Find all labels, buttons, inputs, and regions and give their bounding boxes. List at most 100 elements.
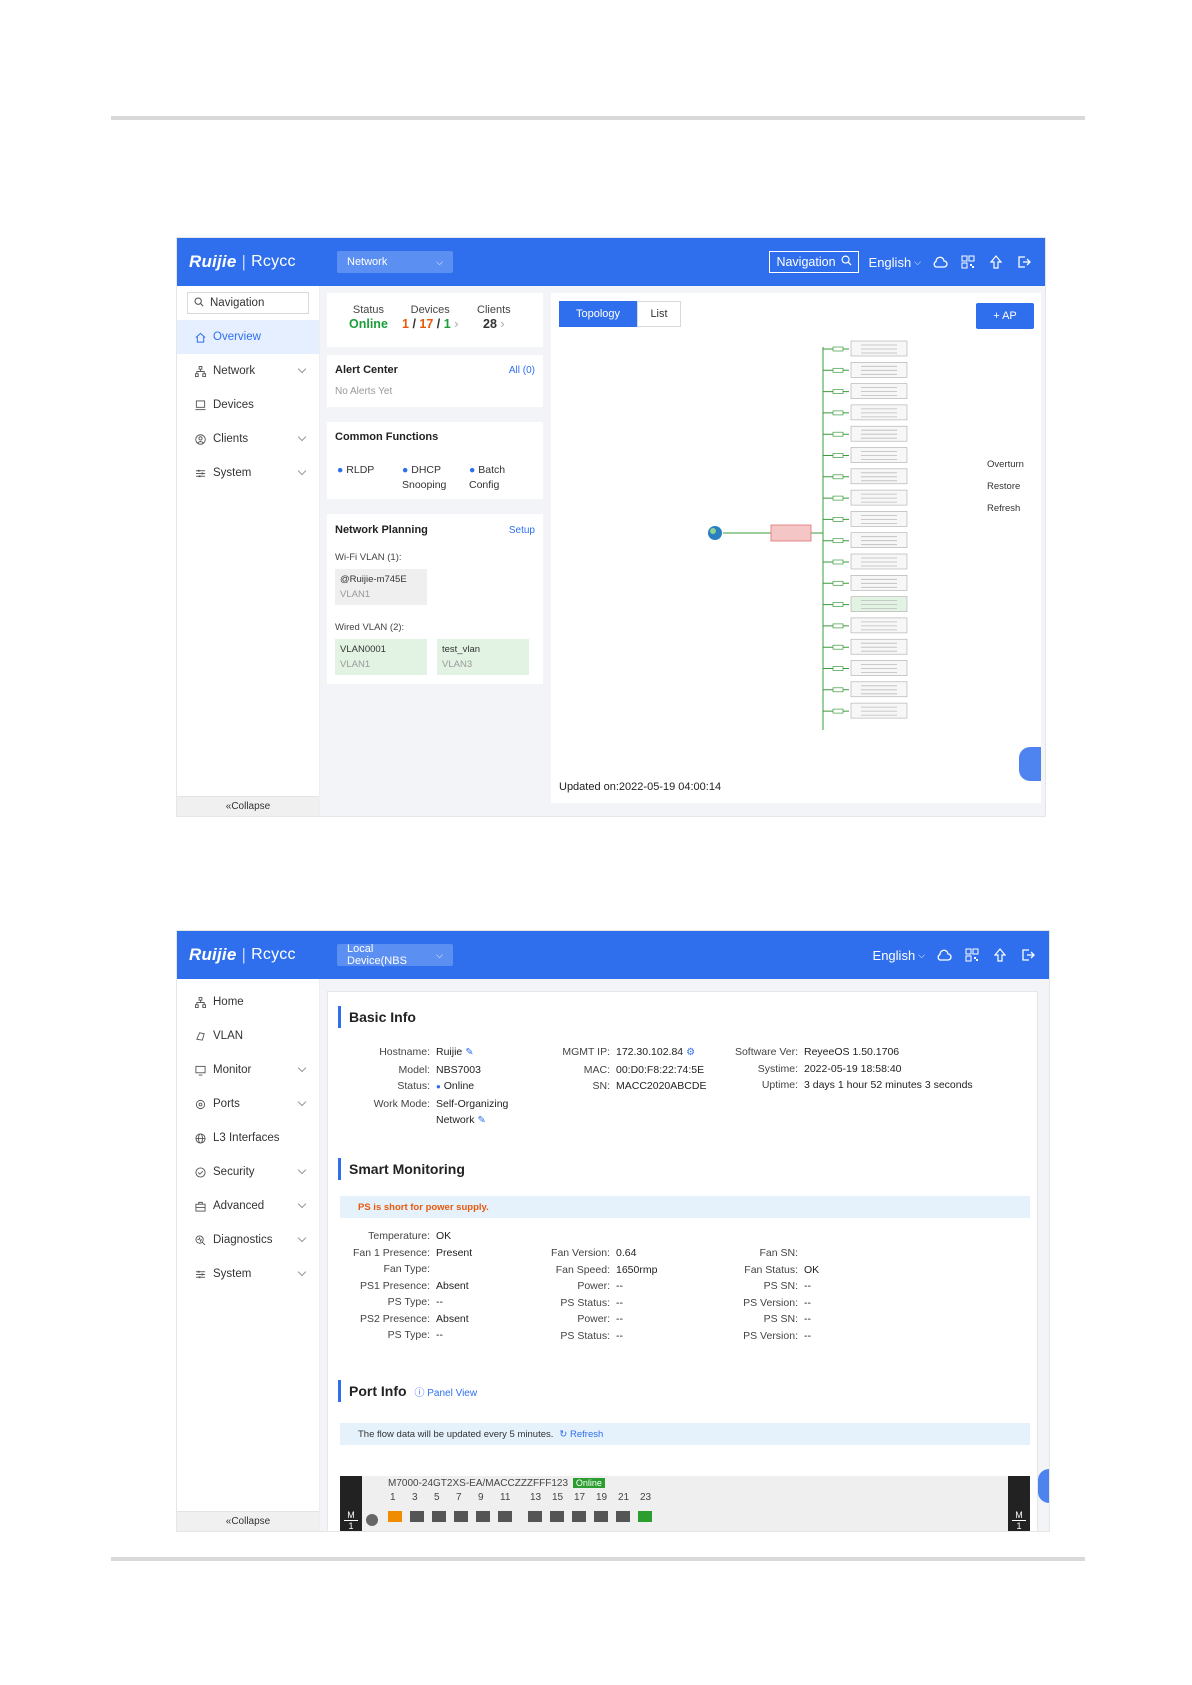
function-batch-config[interactable]: ● Batch Config xyxy=(469,463,505,493)
port-icon[interactable] xyxy=(594,1531,608,1532)
port-icon[interactable] xyxy=(498,1531,512,1532)
port-icon[interactable] xyxy=(594,1511,608,1522)
port-icon[interactable] xyxy=(498,1511,512,1522)
sidebar-navigation-search[interactable]: Navigation xyxy=(187,292,309,314)
tab-list[interactable]: List xyxy=(637,301,681,327)
topology-ap-node[interactable] xyxy=(850,617,908,634)
add-ap-button[interactable]: + AP xyxy=(976,303,1034,329)
port-icon[interactable] xyxy=(550,1531,564,1532)
cloud-icon[interactable] xyxy=(935,946,953,964)
topology-ap-node[interactable] xyxy=(850,638,908,655)
network-select[interactable]: Network ⌵ xyxy=(337,251,453,273)
topology-ap-node[interactable] xyxy=(850,425,908,442)
gateway-node[interactable] xyxy=(771,525,811,541)
work-mode-value-line2[interactable]: Network xyxy=(436,1114,475,1126)
port-icon[interactable] xyxy=(454,1531,468,1532)
sfp-port-icon[interactable] xyxy=(670,1531,684,1532)
port-icon[interactable] xyxy=(528,1531,542,1532)
sidebar-item-vlan[interactable]: VLAN xyxy=(177,1019,319,1053)
topology-ap-node[interactable] xyxy=(850,447,908,463)
alert-all-link[interactable]: All (0) xyxy=(509,365,535,376)
sidebar-item-system[interactable]: System xyxy=(177,1257,319,1291)
wired-vlan-chip[interactable]: VLAN0001 VLAN1 xyxy=(335,639,427,675)
port-icon[interactable] xyxy=(432,1511,446,1522)
work-mode-value[interactable]: Self-Organizing xyxy=(436,1098,508,1110)
edit-icon[interactable]: ✎ xyxy=(477,1115,485,1126)
topology-ap-node[interactable] xyxy=(850,596,908,612)
sfp-port-icon[interactable] xyxy=(700,1531,714,1532)
tab-topology[interactable]: Topology xyxy=(559,301,637,327)
port-icon[interactable] xyxy=(550,1511,564,1522)
logout-icon[interactable] xyxy=(1015,253,1033,271)
topology-ap-node[interactable] xyxy=(850,702,908,719)
local-device-select[interactable]: Local Device(NBS ⌵ xyxy=(337,943,453,967)
refresh-link[interactable]: ↻ Refresh xyxy=(559,1429,603,1440)
globe-node-icon[interactable] xyxy=(708,526,722,540)
topology-ap-node[interactable] xyxy=(850,681,908,698)
port-icon[interactable] xyxy=(572,1531,586,1532)
topology-ap-node[interactable] xyxy=(850,468,908,485)
port-icon[interactable] xyxy=(476,1511,490,1522)
devices-column[interactable]: Devices 1 / 17 / 1 › xyxy=(402,304,458,331)
sidebar-item-network[interactable]: Network xyxy=(177,354,319,388)
settings-icon[interactable]: ⚙ xyxy=(686,1047,695,1058)
function-rldp[interactable]: ● RLDP xyxy=(337,463,374,478)
topology-ap-node[interactable] xyxy=(850,340,908,357)
topology-ap-node[interactable] xyxy=(850,532,908,548)
port-icon[interactable] xyxy=(616,1511,630,1522)
wifi-vlan-chip[interactable]: @Ruijie-m745E VLAN1 xyxy=(335,569,427,605)
port-icon[interactable] xyxy=(572,1511,586,1522)
upgrade-icon[interactable] xyxy=(991,946,1009,964)
sidebar-item-home[interactable]: Home xyxy=(177,985,319,1019)
topology-ap-node[interactable] xyxy=(850,660,908,676)
sidebar-item-advanced[interactable]: Advanced xyxy=(177,1189,319,1223)
port-icon[interactable] xyxy=(410,1511,424,1522)
port-icon[interactable] xyxy=(638,1511,652,1522)
wired-vlan-chip[interactable]: test_vlan VLAN3 xyxy=(437,639,529,675)
function-dhcp-snooping[interactable]: ● DHCP Snooping xyxy=(402,463,446,493)
logout-icon[interactable] xyxy=(1019,946,1037,964)
topology-graph[interactable] xyxy=(551,333,1041,763)
port-icon[interactable] xyxy=(432,1531,446,1532)
sidebar-item-security[interactable]: Security xyxy=(177,1155,319,1189)
port-icon[interactable] xyxy=(476,1531,490,1532)
qr-code-icon[interactable] xyxy=(959,253,977,271)
port-icon[interactable] xyxy=(388,1511,402,1522)
assistant-icon[interactable] xyxy=(1038,1469,1049,1503)
port-icon[interactable] xyxy=(388,1531,402,1532)
panel-view-link[interactable]: ⓘ Panel View xyxy=(414,1388,477,1399)
restore-button[interactable]: Restore xyxy=(987,476,1024,498)
upgrade-icon[interactable] xyxy=(987,253,1005,271)
collapse-button[interactable]: « Collapse xyxy=(177,796,319,816)
sidebar-item-clients[interactable]: Clients xyxy=(177,422,319,456)
topology-ap-node[interactable] xyxy=(850,404,908,421)
sidebar-item-l3-interfaces[interactable]: L3 Interfaces xyxy=(177,1121,319,1155)
language-select[interactable]: English ⌵ xyxy=(873,948,925,963)
topology-ap-node[interactable] xyxy=(850,553,908,570)
cloud-icon[interactable] xyxy=(931,253,949,271)
port-icon[interactable] xyxy=(410,1531,424,1532)
sidebar-item-ports[interactable]: Ports xyxy=(177,1087,319,1121)
port-icon[interactable] xyxy=(638,1531,652,1532)
assistant-icon[interactable] xyxy=(1019,747,1041,781)
sidebar-item-devices[interactable]: Devices xyxy=(177,388,319,422)
collapse-button[interactable]: « Collapse xyxy=(177,1511,319,1531)
edit-icon[interactable]: ✎ xyxy=(465,1047,473,1058)
topology-ap-node[interactable] xyxy=(850,575,908,591)
sidebar-item-diagnostics[interactable]: Diagnostics xyxy=(177,1223,319,1257)
port-icon[interactable] xyxy=(454,1511,468,1522)
port-icon[interactable] xyxy=(528,1511,542,1522)
sidebar-item-system[interactable]: System xyxy=(177,456,319,490)
topology-ap-node[interactable] xyxy=(850,489,908,506)
clients-column[interactable]: Clients 28 › xyxy=(477,304,511,331)
setup-link[interactable]: Setup xyxy=(509,525,535,536)
refresh-button[interactable]: Refresh xyxy=(987,498,1024,520)
port-icon[interactable] xyxy=(616,1531,630,1532)
topology-ap-node[interactable] xyxy=(850,383,908,399)
topology-ap-node[interactable] xyxy=(850,361,908,378)
sidebar-item-monitor[interactable]: Monitor xyxy=(177,1053,319,1087)
overturn-button[interactable]: Overturn xyxy=(987,454,1024,476)
navigation-search-button[interactable]: Navigation xyxy=(769,251,859,273)
language-select[interactable]: English ⌵ xyxy=(869,255,921,270)
qr-code-icon[interactable] xyxy=(963,946,981,964)
